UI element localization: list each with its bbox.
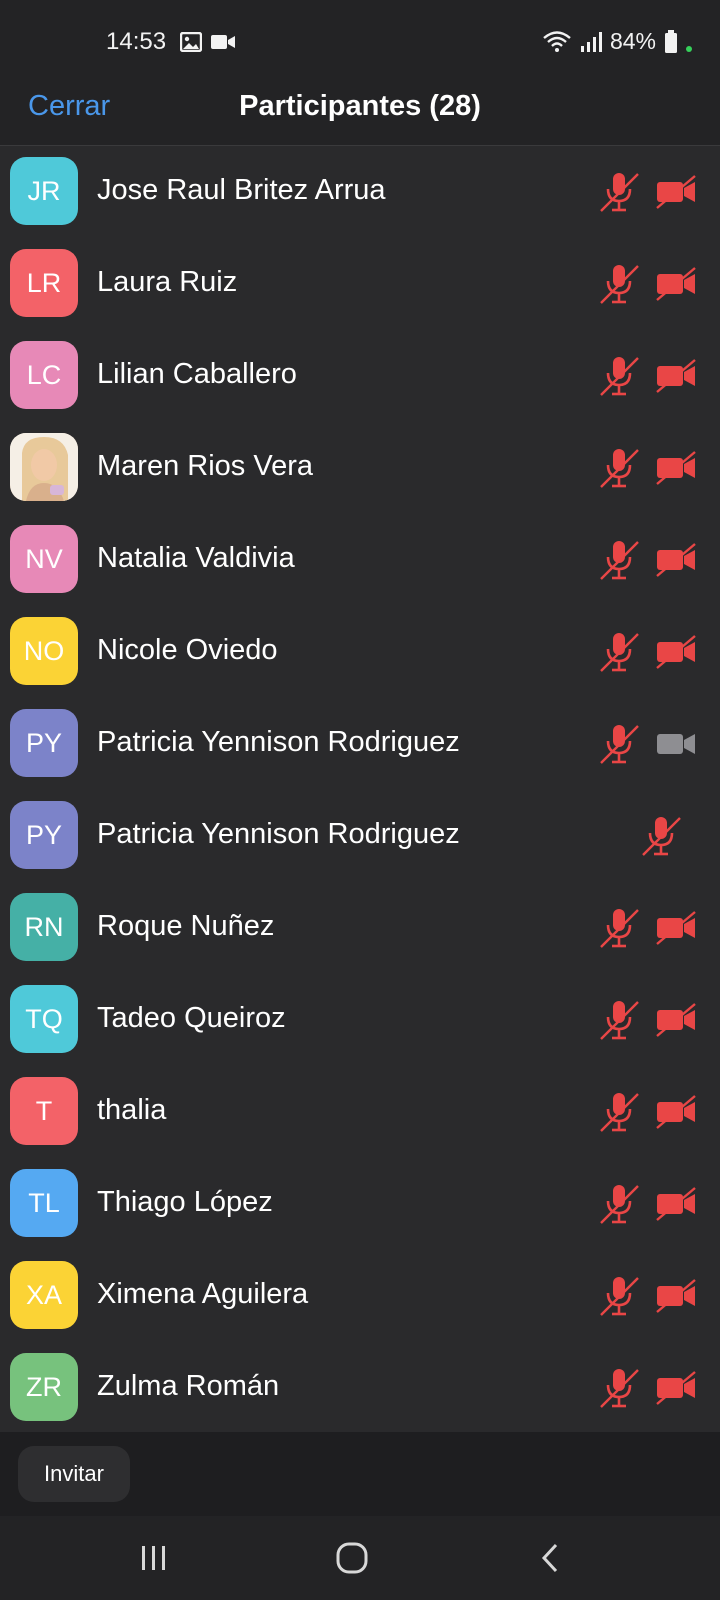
participant-avatar: T: [10, 1077, 78, 1145]
participant-avatar: TQ: [10, 985, 78, 1053]
participant-avatar: PY: [10, 801, 78, 869]
camera-off-icon: [655, 1278, 697, 1314]
battery-icon: [665, 29, 677, 53]
back-icon[interactable]: [520, 1536, 580, 1580]
camera-off-icon: [655, 542, 697, 578]
header: Cerrar Participantes (28): [0, 78, 720, 146]
mic-muted-icon: [598, 630, 640, 674]
participant-row[interactable]: LC Lilian Caballero: [0, 330, 720, 422]
mic-muted-icon: [598, 722, 640, 766]
wifi-icon: [543, 30, 571, 52]
participant-avatar: JR: [10, 157, 78, 225]
mic-muted-icon: [598, 906, 640, 950]
activity-dot: [686, 45, 692, 52]
navigation-bar: [0, 1516, 720, 1600]
page-title: Participantes (28): [239, 90, 481, 122]
participant-row[interactable]: TL Thiago López: [0, 1158, 720, 1250]
participant-row[interactable]: LR Laura Ruiz: [0, 238, 720, 330]
camera-off-icon: [655, 1094, 697, 1130]
participant-name: Tadeo Queiroz: [97, 1002, 286, 1034]
mic-muted-icon: [598, 170, 640, 214]
participant-name: Patricia Yennison Rodriguez: [97, 818, 460, 850]
participant-name: Natalia Valdivia: [97, 542, 295, 574]
mic-muted-icon: [598, 1366, 640, 1410]
camera-off-icon: [655, 1002, 697, 1038]
participant-row[interactable]: ZR Zulma Román: [0, 1342, 720, 1432]
participant-avatar: XA: [10, 1261, 78, 1329]
participant-name: Thiago López: [97, 1186, 273, 1218]
invite-button[interactable]: Invitar: [18, 1446, 130, 1502]
status-bar: 14:53 84%: [0, 0, 720, 78]
participant-name: Roque Nuñez: [97, 910, 275, 942]
mic-muted-icon: [598, 538, 640, 582]
participant-row[interactable]: TQ Tadeo Queiroz: [0, 974, 720, 1066]
signal-icon: [580, 31, 602, 52]
participant-avatar: TL: [10, 1169, 78, 1237]
camera-off-icon: [655, 1370, 697, 1406]
participant-avatar: NO: [10, 617, 78, 685]
participant-avatar-photo: [10, 433, 78, 501]
mic-muted-icon: [598, 354, 640, 398]
camera-off-icon: [655, 266, 697, 302]
mic-muted-icon: [598, 1274, 640, 1318]
camera-off-icon: [655, 910, 697, 946]
battery-percent: 84%: [609, 28, 656, 54]
participant-name: Patricia Yennison Rodriguez: [97, 726, 460, 758]
recent-apps-icon[interactable]: [124, 1536, 184, 1580]
participant-avatar: ZR: [10, 1353, 78, 1421]
status-time: 14:53: [106, 28, 167, 55]
participant-name: Jose Raul Britez Arrua: [97, 174, 386, 206]
mic-muted-icon: [598, 1182, 640, 1226]
participant-row[interactable]: NV Natalia Valdivia: [0, 514, 720, 606]
mic-muted-icon: [598, 446, 640, 490]
camera-on-icon: [655, 726, 697, 762]
mic-muted-icon: [598, 1090, 640, 1134]
participant-row[interactable]: PY Patricia Yennison Rodriguez: [0, 698, 720, 790]
camera-off-icon: [655, 174, 697, 210]
participant-row[interactable]: XA Ximena Aguilera: [0, 1250, 720, 1342]
participant-avatar: NV: [10, 525, 78, 593]
participant-list[interactable]: JR Jose Raul Britez Arrua LR Laura Ruiz LC Li…: [0, 146, 720, 1432]
video-recording-icon: [211, 35, 235, 49]
participant-row[interactable]: NO Nicole Oviedo: [0, 606, 720, 698]
participant-row[interactable]: PY Patricia Yennison Rodriguez: [0, 790, 720, 882]
participant-name: Ximena Aguilera: [97, 1278, 309, 1310]
participant-name: Nicole Oviedo: [97, 634, 278, 666]
mic-muted-icon: [640, 814, 682, 858]
camera-off-icon: [655, 450, 697, 486]
home-icon[interactable]: [322, 1536, 382, 1580]
participant-name: thalia: [97, 1094, 167, 1126]
participant-avatar: PY: [10, 709, 78, 777]
gallery-icon: [180, 32, 202, 52]
participant-name: Zulma Román: [97, 1370, 280, 1402]
participant-avatar: LR: [10, 249, 78, 317]
participant-name: Lilian Caballero: [97, 358, 297, 390]
participant-row[interactable]: Tthalia: [0, 1066, 720, 1158]
footer: Invitar: [0, 1432, 720, 1516]
mic-muted-icon: [598, 262, 640, 306]
participant-row[interactable]: Maren Rios Vera: [0, 422, 720, 514]
participant-name: Laura Ruiz: [97, 266, 238, 298]
camera-off-icon: [655, 358, 697, 394]
participant-avatar: LC: [10, 341, 78, 409]
mic-muted-icon: [598, 998, 640, 1042]
participant-name: Maren Rios Vera: [97, 450, 313, 482]
participant-row[interactable]: RN Roque Nuñez: [0, 882, 720, 974]
participant-row[interactable]: JR Jose Raul Britez Arrua: [0, 146, 720, 238]
camera-off-icon: [655, 634, 697, 670]
camera-off-icon: [655, 1186, 697, 1222]
participant-avatar: RN: [10, 893, 78, 961]
